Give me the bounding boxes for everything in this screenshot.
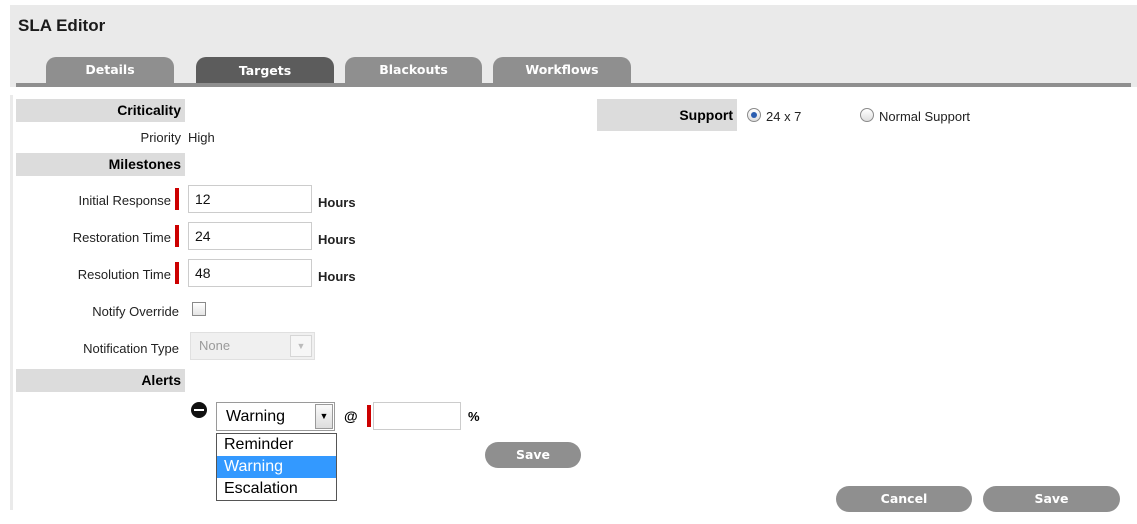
- alert-percent-input[interactable]: [373, 402, 461, 430]
- milestones-header: Milestones: [16, 153, 185, 176]
- restoration-time-input[interactable]: 24: [188, 222, 312, 250]
- notify-override-checkbox[interactable]: [192, 302, 206, 316]
- dropdown-option-warning[interactable]: Warning: [217, 456, 336, 478]
- initial-response-input[interactable]: 12: [188, 185, 312, 213]
- criticality-header: Criticality: [16, 99, 185, 122]
- alert-type-value: Warning: [226, 408, 285, 425]
- notify-override-label: Notify Override: [92, 304, 179, 319]
- tab-details[interactable]: Details: [46, 57, 174, 83]
- required-marker: [175, 262, 179, 284]
- radio-selected-icon: [751, 112, 757, 118]
- support-normal-label: Normal Support: [879, 109, 971, 124]
- resolution-time-label: Resolution Time: [77, 267, 171, 282]
- priority-label: Priority: [140, 130, 181, 145]
- resolution-time-unit: Hours: [318, 269, 356, 284]
- initial-response-unit: Hours: [318, 195, 356, 210]
- notification-type-value: None: [199, 338, 231, 353]
- priority-value: High: [188, 130, 215, 145]
- notification-type-label: Notification Type: [83, 341, 179, 356]
- alerts-header: Alerts: [16, 369, 185, 392]
- required-marker: [175, 225, 179, 247]
- dropdown-option-reminder[interactable]: Reminder: [217, 434, 336, 456]
- notification-type-select[interactable]: None ▼: [190, 332, 315, 360]
- restoration-time-label: Restoration Time: [72, 230, 171, 245]
- percent-unit: %: [468, 409, 480, 424]
- support-normal-radio[interactable]: [860, 108, 874, 122]
- initial-response-label: Initial Response: [78, 193, 172, 208]
- tab-blackouts[interactable]: Blackouts: [345, 57, 482, 83]
- support-24x7-radio[interactable]: [747, 108, 761, 122]
- chevron-down-icon: ▼: [290, 335, 312, 357]
- alert-type-select[interactable]: Warning ▼: [216, 402, 335, 431]
- left-border: [10, 95, 13, 510]
- page-title: SLA Editor: [18, 16, 106, 35]
- tab-targets[interactable]: Targets: [196, 57, 334, 85]
- support-label: Support: [679, 107, 733, 123]
- restoration-time-unit: Hours: [318, 232, 356, 247]
- tab-bar: Details Targets Blackouts Workflows: [10, 45, 1137, 87]
- alert-type-dropdown: Reminder Warning Escalation: [216, 433, 337, 501]
- tab-workflows[interactable]: Workflows: [493, 57, 631, 83]
- required-marker: [367, 405, 371, 427]
- support-24x7-label: 24 x 7: [766, 109, 802, 124]
- chevron-down-icon[interactable]: ▼: [315, 404, 333, 429]
- tab-underline: [16, 83, 1131, 87]
- dropdown-option-escalation[interactable]: Escalation: [217, 478, 336, 500]
- alert-save-button[interactable]: Save: [485, 442, 581, 468]
- required-marker: [175, 188, 179, 210]
- save-button[interactable]: Save: [983, 486, 1120, 512]
- remove-alert-icon[interactable]: [191, 402, 207, 418]
- cancel-button[interactable]: Cancel: [836, 486, 972, 512]
- at-symbol: @: [344, 408, 358, 424]
- editor-header: SLA Editor: [10, 5, 1137, 45]
- resolution-time-input[interactable]: 48: [188, 259, 312, 287]
